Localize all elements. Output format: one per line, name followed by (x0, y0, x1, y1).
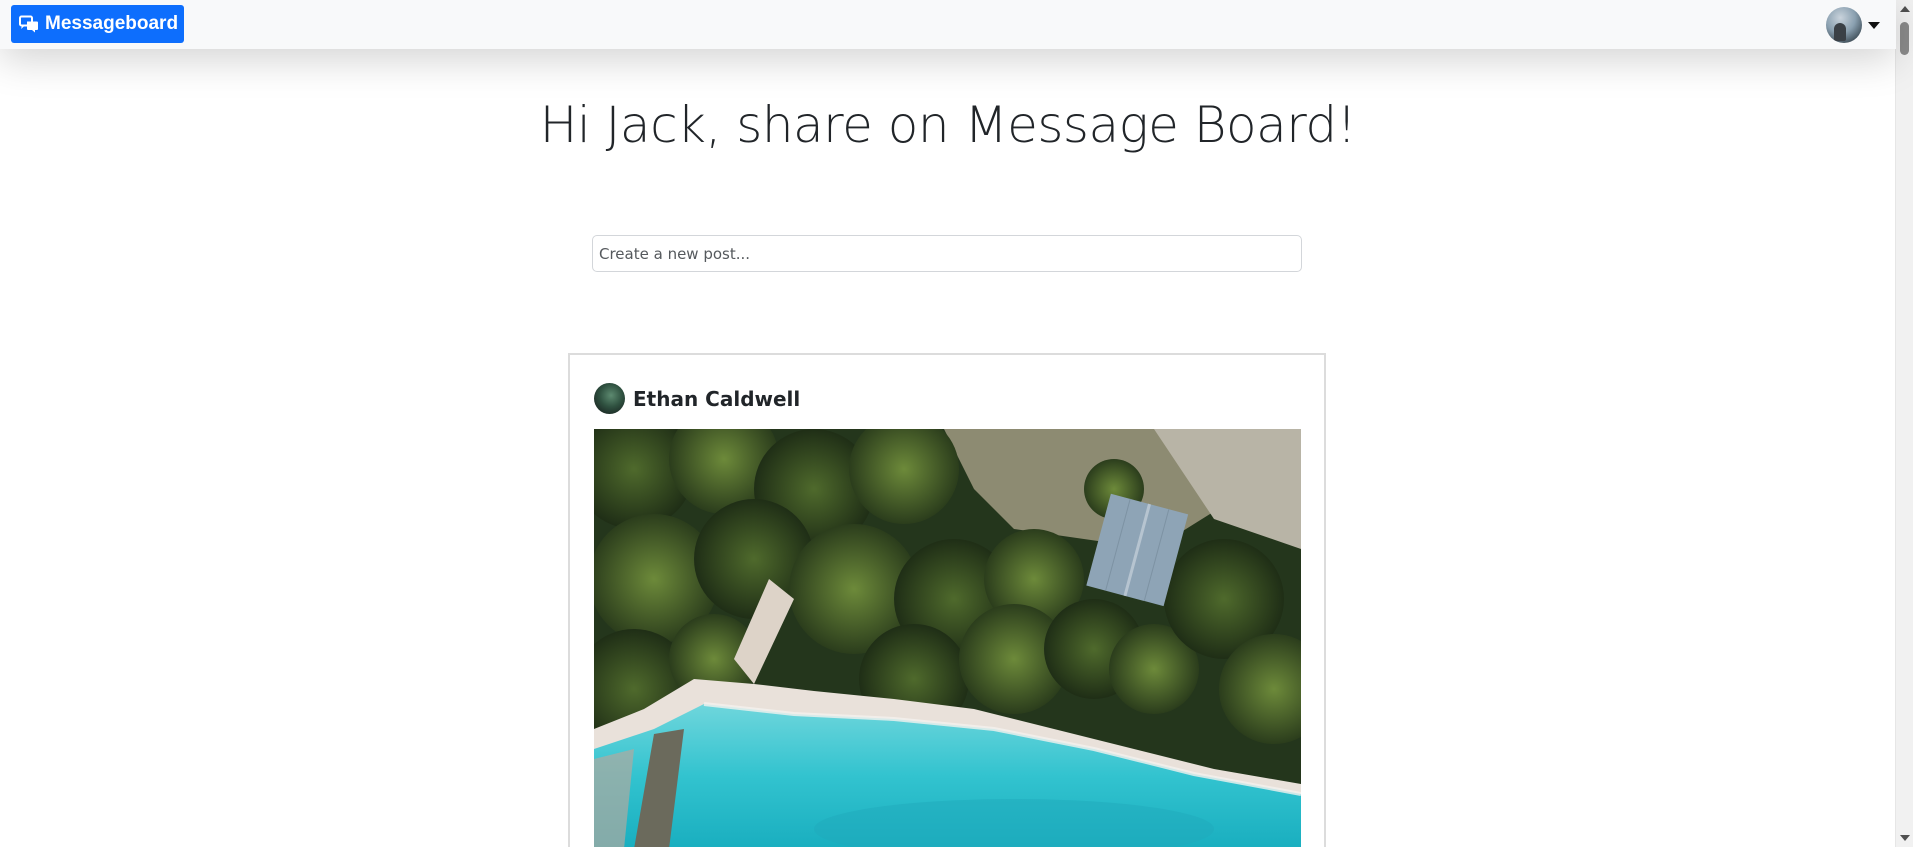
page-title: Hi Jack, share on Message Board! (539, 96, 1357, 154)
page-scrollbar[interactable] (1895, 0, 1913, 847)
user-menu-toggle[interactable] (1826, 7, 1880, 43)
new-post-input[interactable] (592, 235, 1302, 272)
top-navbar: Messageboard (0, 0, 1896, 49)
post-header: Ethan Caldwell (594, 383, 800, 414)
user-avatar-icon (1826, 7, 1862, 43)
post-image[interactable] (594, 429, 1301, 847)
scrollbar-thumb[interactable] (1900, 22, 1909, 55)
scroll-down-icon[interactable] (1900, 835, 1910, 841)
scroll-up-icon[interactable] (1900, 6, 1910, 12)
author-avatar[interactable] (594, 383, 625, 414)
post-card: Ethan Caldwell (568, 353, 1326, 847)
post-author-name[interactable]: Ethan Caldwell (633, 387, 800, 411)
brand-label: Messageboard (45, 13, 179, 34)
brand-button[interactable]: Messageboard (11, 5, 185, 43)
caret-down-icon (1868, 21, 1880, 29)
chat-bubbles-icon (19, 15, 39, 33)
page: Messageboard Hi Jack, share on Message B… (0, 0, 1913, 847)
